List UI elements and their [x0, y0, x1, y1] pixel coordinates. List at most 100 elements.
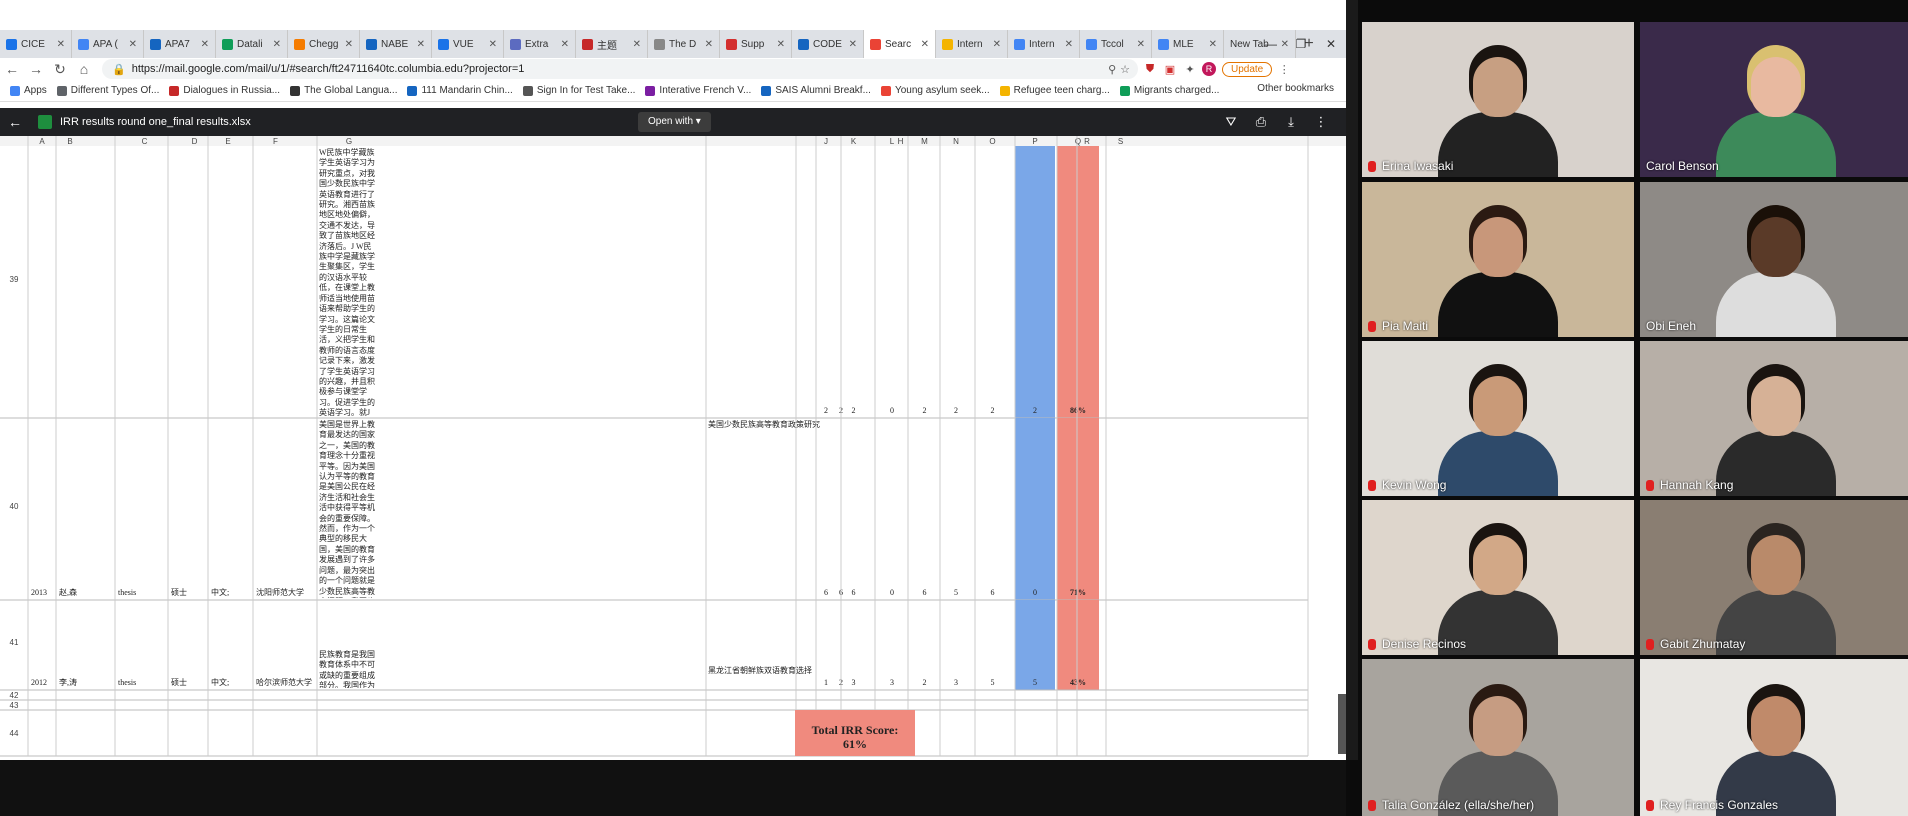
score-cell[interactable]: 6	[991, 588, 995, 597]
tab-8[interactable]: 主题 ✕	[576, 30, 648, 58]
cell-b[interactable]: 赵,森	[59, 587, 77, 597]
update-button[interactable]: Update	[1222, 61, 1273, 77]
cell-h[interactable]: 美国少数民族高等教育政策研究	[708, 420, 1093, 444]
score-cell[interactable]: 2	[852, 406, 856, 415]
column-header-R[interactable]: R	[1084, 137, 1090, 146]
score-cell[interactable]: 5	[954, 588, 958, 597]
url-field[interactable]: 🔒 https://mail.google.com/mail/u/1/#sear…	[102, 59, 1138, 79]
tab-close-icon[interactable]: ✕	[921, 39, 929, 50]
tab-close-icon[interactable]: ✕	[705, 39, 713, 50]
bookmark-item[interactable]: The Global Langua...	[290, 85, 397, 96]
score-cell[interactable]: 2	[923, 406, 927, 415]
more-options-icon[interactable]: ⋮	[1306, 108, 1336, 136]
tab-16[interactable]: MLE ✕	[1152, 30, 1224, 58]
tab-close-icon[interactable]: ✕	[849, 39, 857, 50]
home-icon[interactable]: ⌂	[72, 61, 96, 77]
score-cell[interactable]: 0	[890, 406, 894, 415]
score-cell[interactable]: 6	[824, 588, 828, 597]
bookmark-item[interactable]: Dialogues in Russia...	[169, 85, 280, 96]
column-header-O[interactable]: O	[989, 137, 995, 146]
tab-close-icon[interactable]: ✕	[489, 39, 497, 50]
vertical-scrollbar[interactable]	[1338, 694, 1346, 754]
abstract-cell[interactable]: 民族教育是我国教育体系中不可或缺的重要组成部分。我国作为一个多民族国家，各民族之…	[319, 650, 379, 688]
tab-close-icon[interactable]: ✕	[273, 39, 281, 50]
download-icon[interactable]: ⤓	[1276, 108, 1306, 136]
tab-close-icon[interactable]: ✕	[777, 39, 785, 50]
column-header-K[interactable]: K	[851, 137, 857, 146]
cell-h[interactable]: 黑龙江省朝鲜族双语教育选择	[708, 666, 1093, 690]
column-header-F[interactable]: F	[273, 137, 278, 146]
tab-15[interactable]: Tccol ✕	[1080, 30, 1152, 58]
abstract-cell[interactable]: 美国是世界上教育最发达的国家之一，美国的教育理念十分重视平等。因为美国认为平等的…	[319, 420, 379, 598]
tab-6[interactable]: VUE ✕	[432, 30, 504, 58]
tab-13[interactable]: Intern ✕	[936, 30, 1008, 58]
bookmark-item[interactable]: Interative French V...	[645, 85, 751, 96]
video-tile-0[interactable]: Erina Iwasaki	[1362, 22, 1634, 177]
score-cell[interactable]: 6	[852, 588, 856, 597]
column-header-Q[interactable]: Q	[1075, 137, 1081, 146]
bookmark-item[interactable]: 111 Mandarin Chin...	[407, 85, 513, 96]
tab-close-icon[interactable]: ✕	[1209, 39, 1217, 50]
tab-close-icon[interactable]: ✕	[1137, 39, 1145, 50]
cell-a[interactable]: 2013	[31, 588, 47, 597]
column-header-E[interactable]: E	[225, 137, 230, 146]
cell-e[interactable]: 中文;	[211, 677, 229, 687]
bookmark-item[interactable]: SAIS Alumni Breakf...	[761, 85, 871, 96]
tab-12[interactable]: Searc ✕	[864, 30, 936, 58]
column-header-S[interactable]: S	[1118, 137, 1123, 146]
forward-arrow-icon[interactable]: →	[24, 61, 48, 77]
video-tile-9[interactable]: Rey Francis Gonzales	[1640, 659, 1908, 816]
bookmark-item[interactable]: Different Types Of...	[56, 85, 159, 96]
minimize-button[interactable]: —	[1256, 30, 1286, 58]
extension-pdf-icon[interactable]: ▣	[1162, 63, 1178, 76]
tab-close-icon[interactable]: ✕	[993, 39, 1001, 50]
tab-2[interactable]: APA7 ✕	[144, 30, 216, 58]
column-header-L[interactable]: L	[890, 137, 895, 146]
tab-3[interactable]: Datali ✕	[216, 30, 288, 58]
cell-d[interactable]: 硕士	[171, 587, 187, 597]
tab-11[interactable]: CODE ✕	[792, 30, 864, 58]
tab-14[interactable]: Intern ✕	[1008, 30, 1080, 58]
cell-f[interactable]: 沈阳师范大学	[256, 587, 304, 597]
video-tile-8[interactable]: Talia González (ella/she/her)	[1362, 659, 1634, 816]
tab-10[interactable]: Supp ✕	[720, 30, 792, 58]
column-header-B[interactable]: B	[67, 137, 72, 146]
video-tile-2[interactable]: Pia Maiti	[1362, 182, 1634, 337]
star-icon[interactable]: ☆	[1120, 63, 1130, 76]
cell-d[interactable]: 硕士	[171, 677, 187, 687]
cell-c[interactable]: thesis	[118, 588, 136, 597]
restore-button[interactable]: ❐	[1286, 30, 1316, 58]
close-window-button[interactable]: ✕	[1316, 30, 1346, 58]
print-icon[interactable]: ⎙	[1246, 108, 1276, 136]
zoom-icon[interactable]: ⚲	[1108, 63, 1116, 76]
video-tile-1[interactable]: Carol Benson	[1640, 22, 1908, 177]
tab-close-icon[interactable]: ✕	[345, 39, 353, 50]
cell-c[interactable]: thesis	[118, 678, 136, 687]
bookmark-item[interactable]: Sign In for Test Take...	[522, 85, 635, 96]
column-header-H[interactable]: H	[898, 137, 904, 146]
column-header-C[interactable]: C	[142, 137, 148, 146]
back-arrow-icon[interactable]: ←	[0, 61, 24, 77]
reload-icon[interactable]: ↻	[48, 61, 72, 78]
video-tile-5[interactable]: Hannah Kang	[1640, 341, 1908, 496]
column-header-A[interactable]: A	[39, 137, 45, 146]
column-header-N[interactable]: N	[953, 137, 959, 146]
column-header-D[interactable]: D	[192, 137, 198, 146]
irr-percent-cell[interactable]: 71%	[1070, 588, 1086, 597]
split-divider[interactable]	[1346, 0, 1358, 760]
score-cell[interactable]: 2	[954, 406, 958, 415]
tab-close-icon[interactable]: ✕	[57, 39, 65, 50]
cell-b[interactable]: 李,涛	[59, 677, 77, 687]
tab-close-icon[interactable]: ✕	[129, 39, 137, 50]
column-header-M[interactable]: M	[921, 137, 928, 146]
column-header-P[interactable]: P	[1032, 137, 1037, 146]
column-header-G[interactable]: G	[346, 137, 352, 146]
score-cell[interactable]: 0	[1033, 588, 1037, 597]
score-cell[interactable]: 0	[890, 588, 894, 597]
extension-puzzle-icon[interactable]: ✦	[1182, 63, 1198, 76]
tab-4[interactable]: Chegg ✕	[288, 30, 360, 58]
video-tile-7[interactable]: Gabit Zhumatay	[1640, 500, 1908, 655]
score-cell[interactable]: 2	[1033, 406, 1037, 415]
score-cell[interactable]: 2	[991, 406, 995, 415]
browser-menu-icon[interactable]: ⋮	[1276, 63, 1292, 76]
